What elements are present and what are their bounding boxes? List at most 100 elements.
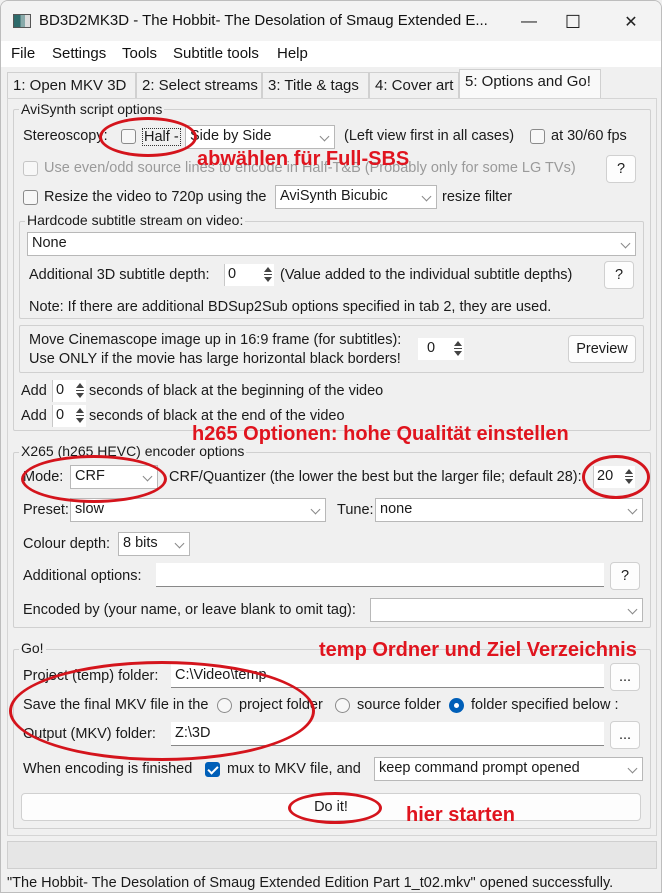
resize-filter-select[interactable]: AviSynth Bicubic [275, 185, 437, 209]
radio-specified-folder-label: folder specified below : [471, 697, 619, 713]
menu-help[interactable]: Help [277, 45, 308, 62]
annotation-h265: h265 Optionen: hohe Qualität einstellen [192, 423, 569, 445]
annotation-circle-half [99, 117, 197, 157]
stereo-mode-select[interactable]: Side by Side [185, 125, 335, 149]
output-folder-browse-button[interactable]: ... [610, 721, 640, 749]
annotation-circle-mode [21, 455, 167, 503]
black-end-spinner[interactable]: 0 [52, 405, 86, 427]
tune-select[interactable]: none [375, 498, 643, 522]
spin-arrows-icon[interactable] [76, 383, 84, 398]
even-odd-help-button[interactable]: ? [606, 155, 636, 183]
mux-checkbox[interactable] [205, 762, 220, 777]
chevron-down-icon [627, 604, 638, 615]
resize-suffix: resize filter [442, 189, 513, 205]
tab-open-mkv[interactable]: 1: Open MKV 3D [7, 72, 136, 99]
additional-options-help-button[interactable]: ? [610, 562, 640, 590]
menu-tools[interactable]: Tools [122, 45, 157, 62]
tab-title-tags[interactable]: 3: Title & tags [262, 72, 369, 99]
title-bar: BD3D2MK3D - The Hobbit- The Desolation o… [1, 1, 661, 41]
menu-settings[interactable]: Settings [52, 45, 106, 62]
stereoscopy-label: Stereoscopy: [23, 128, 108, 144]
minimize-button[interactable]: — [509, 9, 549, 35]
even-odd-checkbox[interactable] [23, 161, 38, 176]
mux-label: mux to MKV file, and [227, 761, 361, 777]
minimize-icon: — [521, 13, 537, 30]
chevron-down-icon [310, 504, 321, 515]
maximize-button[interactable]: ☐ [553, 9, 593, 35]
tab-cover-art[interactable]: 4: Cover art [369, 72, 459, 99]
after-action-value: keep command prompt opened [379, 760, 580, 776]
colour-depth-label: Colour depth: [23, 536, 111, 552]
chevron-down-icon [627, 504, 638, 515]
preset-label: Preset: [23, 502, 69, 518]
resize-checkbox[interactable] [23, 190, 38, 205]
cinemascope-spinner[interactable]: 0 [418, 338, 464, 360]
window-title: BD3D2MK3D - The Hobbit- The Desolation o… [39, 12, 488, 29]
spin-arrows-icon[interactable] [76, 408, 84, 423]
resize-filter-value: AviSynth Bicubic [280, 188, 388, 204]
tab-bar: 1: Open MKV 3D 2: Select streams 3: Titl… [7, 69, 657, 99]
progress-bar [7, 841, 657, 869]
chevron-down-icon [421, 191, 432, 202]
menu-subtitle-tools[interactable]: Subtitle tools [173, 45, 259, 62]
annotation-start: hier starten [406, 804, 515, 826]
tab-options-go[interactable]: 5: Options and Go! [459, 69, 601, 99]
subtitle-depth-label: Additional 3D subtitle depth: [29, 267, 210, 283]
subtitle-depth-help-button[interactable]: ? [604, 261, 634, 289]
radio-specified-folder[interactable] [449, 698, 464, 713]
spin-arrows-icon[interactable] [264, 267, 272, 282]
annotation-folders: temp Ordner und Ziel Verzeichnis [319, 639, 637, 661]
spin-arrows-icon[interactable] [454, 341, 462, 356]
project-folder-browse-button[interactable]: ... [610, 663, 640, 691]
stereo-mode-value: Side by Side [190, 128, 272, 144]
annotation-circle-folders [9, 661, 315, 761]
bdsup2sub-note: Note: If there are additional BDSup2Sub … [29, 299, 552, 315]
preview-button[interactable]: Preview [568, 335, 636, 363]
subtitle-depth-note: (Value added to the individual subtitle … [280, 267, 573, 283]
annotation-full-sbs: abwählen für Full-SBS [197, 148, 410, 170]
radio-source-folder[interactable] [335, 698, 350, 713]
black-end-suffix: seconds of black at the end of the video [89, 408, 345, 424]
hardcode-group-label: Hardcode subtitle stream on video: [25, 212, 246, 228]
crf-label: CRF/Quantizer (the lower the best but th… [169, 469, 582, 485]
after-action-select[interactable]: keep command prompt opened [374, 757, 643, 781]
radio-source-folder-label: source folder [357, 697, 441, 713]
tune-label: Tune: [337, 502, 374, 518]
encoded-by-select[interactable] [370, 598, 643, 622]
subtitle-depth-spinner[interactable]: 0 [224, 264, 274, 286]
cinemascope-value: 0 [427, 340, 436, 356]
encoded-by-label: Encoded by (your name, or leave blank to… [23, 602, 356, 618]
colour-depth-select[interactable]: 8 bits [118, 532, 190, 556]
maximize-icon: ☐ [564, 11, 582, 32]
fps-label: at 30/60 fps [551, 128, 627, 144]
chevron-down-icon [627, 763, 638, 774]
avisynth-group-label: AviSynth script options [19, 101, 165, 117]
black-begin-spinner[interactable]: 0 [52, 380, 86, 402]
colour-depth-value: 8 bits [123, 535, 158, 551]
tab-select-streams[interactable]: 2: Select streams [136, 72, 262, 99]
preset-value: slow [75, 501, 105, 517]
subtitle-stream-select[interactable]: None [27, 232, 636, 256]
go-group-label: Go! [19, 640, 46, 656]
additional-options-label: Additional options: [23, 568, 142, 584]
annotation-circle-crf [582, 455, 650, 499]
annotation-circle-doit [288, 792, 382, 824]
left-view-note: (Left view first in all cases) [344, 128, 515, 144]
black-end-prefix: Add [21, 408, 47, 424]
cinemascope-line1: Move Cinemascope image up in 16:9 frame … [29, 332, 402, 348]
chevron-down-icon [174, 538, 185, 549]
app-icon [13, 14, 31, 28]
subtitle-stream-value: None [32, 235, 67, 251]
additional-options-input[interactable] [156, 563, 604, 587]
close-button[interactable]: ✕ [611, 9, 651, 35]
resize-label: Resize the video to 720p using the [44, 189, 267, 205]
menu-file[interactable]: File [11, 45, 35, 62]
fps-checkbox[interactable] [530, 129, 545, 144]
black-end-value: 0 [56, 407, 65, 423]
tune-value: none [380, 501, 413, 517]
menu-bar: File Settings Tools Subtitle tools Help [1, 41, 661, 67]
chevron-down-icon [620, 238, 631, 249]
status-bar-text: "The Hobbit- The Desolation of Smaug Ext… [7, 875, 614, 891]
subtitle-depth-value: 0 [228, 266, 237, 282]
finished-label: When encoding is finished [23, 761, 193, 777]
